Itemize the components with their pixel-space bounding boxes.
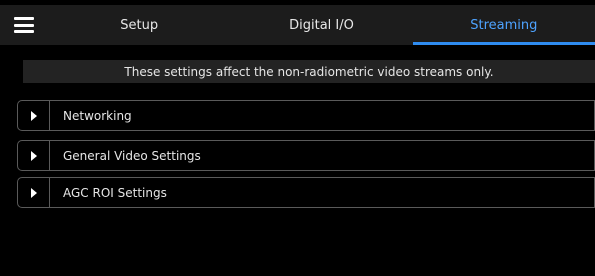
section-label: Networking (63, 108, 132, 123)
section-label: AGC ROI Settings (63, 185, 167, 200)
section-general-video-settings[interactable]: General Video Settings (17, 140, 595, 171)
tab-digital-io[interactable]: Digital I/O (230, 5, 412, 45)
top-navigation-bar: Setup Digital I/O Streaming (0, 5, 595, 45)
section-agc-roi-settings[interactable]: AGC ROI Settings (17, 177, 595, 208)
tab-bar: Setup Digital I/O Streaming (48, 5, 595, 45)
tab-streaming[interactable]: Streaming (412, 5, 595, 45)
section-label: General Video Settings (63, 148, 201, 163)
streaming-settings-page: Setup Digital I/O Streaming These settin… (0, 0, 595, 276)
hamburger-menu-icon (14, 17, 34, 33)
expand-arrow-icon (30, 187, 37, 198)
expand-toggle[interactable] (18, 178, 50, 207)
info-banner: These settings affect the non-radiometri… (23, 60, 595, 83)
expand-toggle[interactable] (18, 141, 50, 170)
tab-setup[interactable]: Setup (48, 5, 230, 45)
expand-toggle[interactable] (18, 101, 50, 130)
menu-button[interactable] (0, 5, 48, 45)
section-networking[interactable]: Networking (17, 100, 595, 131)
expand-arrow-icon (30, 150, 37, 161)
expand-arrow-icon (30, 110, 37, 121)
